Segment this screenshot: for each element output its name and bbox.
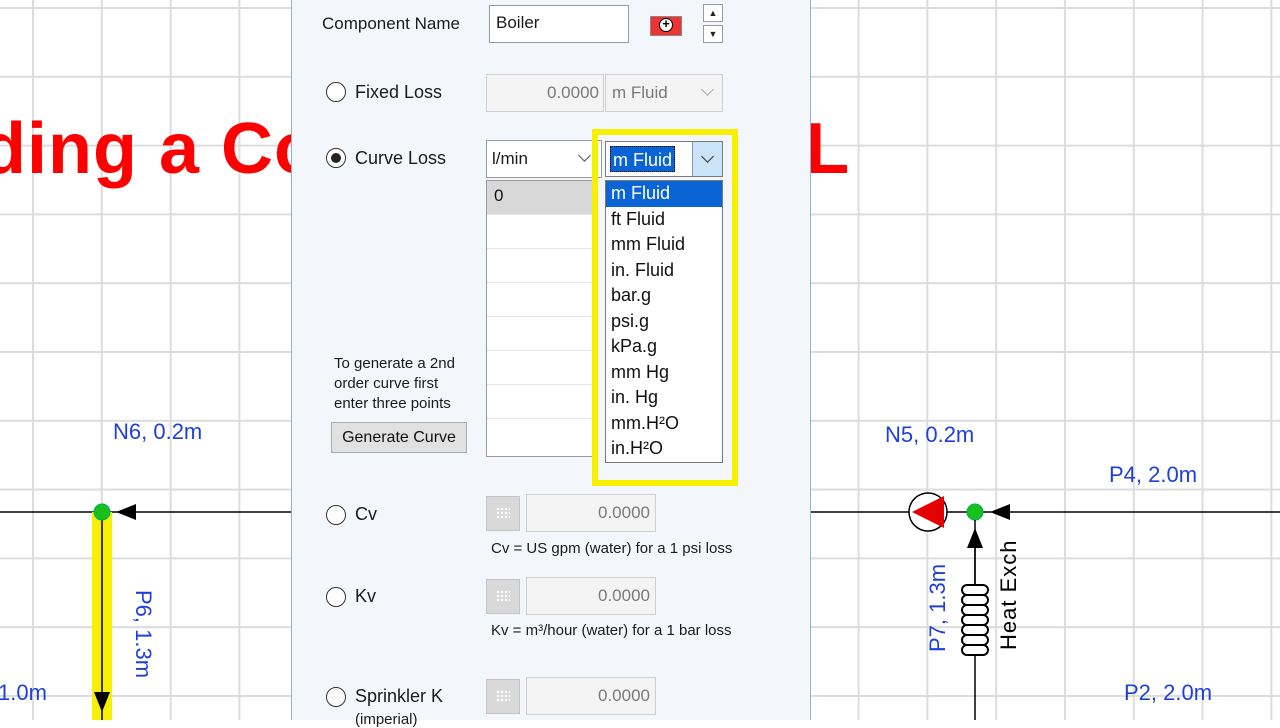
table-row[interactable]: [487, 385, 595, 419]
pipe-p4-label: P4, 2.0m: [1109, 462, 1198, 487]
dropdown-option[interactable]: in. Hg: [606, 385, 722, 411]
dropdown-option[interactable]: kPa.g: [606, 334, 722, 360]
instruction-line-3: enter three points: [334, 395, 451, 412]
table-row[interactable]: 0: [487, 181, 595, 215]
component-name-label: Component Name: [322, 14, 460, 33]
spin-down-button[interactable]: ▼: [703, 25, 723, 43]
fixed-loss-unit-select[interactable]: m Fluid: [605, 74, 723, 112]
flow-unit-select[interactable]: l/min: [486, 140, 602, 178]
grid-icon: [496, 690, 510, 702]
flow-unit-value: l/min: [492, 149, 528, 168]
table-cell[interactable]: 0: [494, 186, 503, 205]
kv-input[interactable]: 0.0000: [526, 577, 656, 615]
plus-icon: +: [659, 17, 673, 32]
chevron-down-icon: [701, 83, 714, 96]
dropdown-option[interactable]: mm Hg: [606, 360, 722, 386]
grid-icon: [496, 590, 510, 602]
pressure-unit-selected-value: m Fluid: [610, 146, 676, 172]
generate-curve-button[interactable]: Generate Curve: [331, 422, 467, 453]
curve-points-table[interactable]: 0: [486, 180, 596, 457]
dropdown-option[interactable]: psi.g: [606, 309, 722, 335]
cv-note: Cv = US gpm (water) for a 1 psi loss: [491, 540, 733, 557]
sprinkler-k-radio[interactable]: [326, 687, 346, 707]
dropdown-option[interactable]: bar.g: [606, 283, 722, 309]
instruction-line-1: To generate a 2nd: [334, 355, 455, 372]
pressure-unit-dropdown-list: m Fluid ft Fluid mm Fluid in. Fluid bar.…: [605, 180, 723, 463]
fixed-loss-input[interactable]: 0.0000: [486, 74, 604, 112]
instruction-line-2: order curve first: [334, 375, 439, 392]
kv-label: Kv: [355, 586, 377, 606]
grid-icon: [496, 507, 510, 519]
pipe-edge-label: 1.0m: [0, 680, 47, 705]
fixed-loss-radio[interactable]: [326, 82, 346, 102]
table-row[interactable]: [487, 249, 595, 283]
table-row[interactable]: [487, 351, 595, 385]
heat-exchanger-label: Heat Exch: [996, 539, 1021, 651]
dropdown-option[interactable]: mm Fluid: [606, 232, 722, 258]
kv-calculator-button[interactable]: [486, 579, 520, 614]
component-name-input[interactable]: Boiler: [489, 5, 629, 43]
dropdown-option[interactable]: m Fluid: [606, 181, 722, 207]
fixed-loss-label: Fixed Loss: [355, 82, 443, 102]
dropdown-option[interactable]: in. Fluid: [606, 258, 722, 284]
spin-up-button[interactable]: ▲: [703, 4, 723, 22]
curve-loss-label: Curve Loss: [355, 148, 447, 168]
pipe-p7-label: P7, 1.3m: [925, 563, 950, 652]
cv-label: Cv: [355, 504, 377, 524]
heat-exchanger-symbol: [961, 548, 989, 656]
cv-input[interactable]: 0.0000: [526, 494, 656, 532]
table-row[interactable]: [487, 317, 595, 351]
dropdown-option[interactable]: mm.H²O: [606, 411, 722, 437]
sprinkler-calculator-button[interactable]: [486, 679, 520, 714]
dropdown-option[interactable]: ft Fluid: [606, 207, 722, 233]
flow-arrow-right: [990, 504, 1010, 520]
node-n6-label: N6, 0.2m: [113, 419, 203, 444]
flow-arrow-left: [116, 504, 136, 520]
table-row[interactable]: [487, 283, 595, 317]
dropdown-option[interactable]: in.H²O: [606, 436, 722, 462]
kv-radio[interactable]: [326, 587, 346, 607]
flow-arrow-up: [967, 528, 983, 548]
chevron-down-icon: [578, 149, 591, 162]
cv-radio[interactable]: [326, 505, 346, 525]
node-n5: [966, 503, 984, 521]
add-component-button[interactable]: +: [650, 16, 682, 36]
pipe-p2-label: P2, 2.0m: [1124, 680, 1213, 705]
node-n5-label: N5, 0.2m: [885, 422, 975, 447]
fixed-loss-unit-value: m Fluid: [612, 83, 668, 102]
pipe-p6-label: P6, 1.3m: [131, 590, 156, 679]
node-n6: [93, 503, 111, 521]
dropdown-toggle-button[interactable]: [692, 142, 722, 176]
sprinkler-k-input[interactable]: 0.0000: [526, 677, 656, 715]
curve-loss-radio[interactable]: [326, 148, 346, 168]
cv-calculator-button[interactable]: [486, 496, 520, 531]
sprinkler-k-label: Sprinkler K: [355, 686, 444, 706]
chevron-down-icon: [701, 150, 714, 163]
pressure-unit-select[interactable]: m Fluid: [605, 141, 723, 177]
kv-note: Kv = m³/hour (water) for a 1 bar loss: [491, 622, 732, 639]
table-row[interactable]: [487, 215, 595, 249]
